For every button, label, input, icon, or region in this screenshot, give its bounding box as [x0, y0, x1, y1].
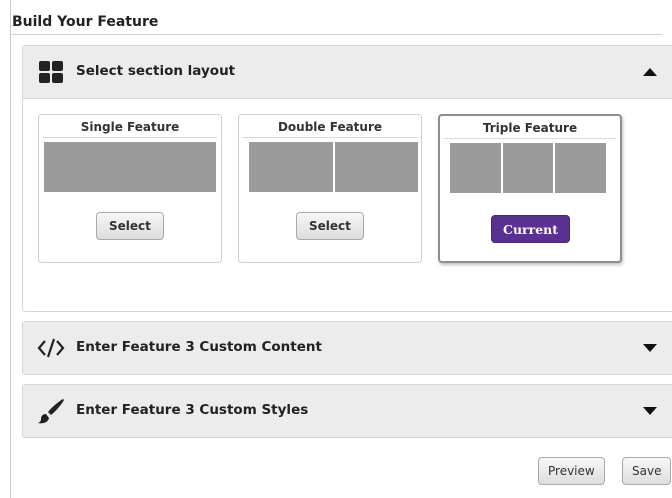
paintbrush-icon: [38, 399, 64, 424]
page-title: Build Your Feature: [12, 14, 159, 30]
layout-option-double: Double Feature Select: [238, 114, 422, 263]
section-custom-styles: Enter Feature 3 Custom Styles: [22, 384, 672, 438]
chevron-up-icon[interactable]: [642, 65, 658, 79]
layout-preview: [44, 142, 216, 192]
section-layout-label: Select section layout: [76, 63, 236, 79]
layout-option-title: Double Feature: [243, 120, 417, 138]
section-custom-content: Enter Feature 3 Custom Content: [22, 321, 672, 375]
layout-option-triple: Triple Feature Current: [438, 114, 622, 263]
select-single-button[interactable]: Select: [96, 212, 164, 240]
current-layout-button[interactable]: Current: [491, 215, 571, 243]
section-styles-label: Enter Feature 3 Custom Styles: [76, 402, 309, 418]
chevron-down-icon[interactable]: [642, 341, 658, 355]
section-content-header[interactable]: Enter Feature 3 Custom Content: [23, 322, 672, 374]
grid-icon: [39, 61, 63, 83]
preview-button[interactable]: Preview: [538, 457, 605, 485]
section-layout-header[interactable]: Select section layout: [23, 46, 672, 99]
preview-column: [334, 142, 418, 192]
select-double-button[interactable]: Select: [296, 212, 364, 240]
layout-option-title: Single Feature: [43, 120, 217, 138]
preview-column: [249, 142, 333, 192]
section-styles-header[interactable]: Enter Feature 3 Custom Styles: [23, 385, 672, 437]
save-button[interactable]: Save: [622, 457, 672, 485]
section-layout: Select section layout Single Feature Sel…: [22, 45, 672, 312]
chevron-down-icon[interactable]: [642, 404, 658, 418]
code-icon: [37, 338, 65, 358]
preview-column: [44, 142, 216, 192]
preview-column: [555, 143, 607, 193]
layout-option-single: Single Feature Select: [38, 114, 222, 263]
title-divider: [12, 34, 662, 35]
layout-preview: [249, 142, 418, 192]
layout-preview: [450, 143, 607, 193]
preview-column: [450, 143, 501, 193]
preview-column: [502, 143, 554, 193]
section-content-label: Enter Feature 3 Custom Content: [76, 339, 322, 355]
layout-option-title: Triple Feature: [444, 121, 616, 139]
